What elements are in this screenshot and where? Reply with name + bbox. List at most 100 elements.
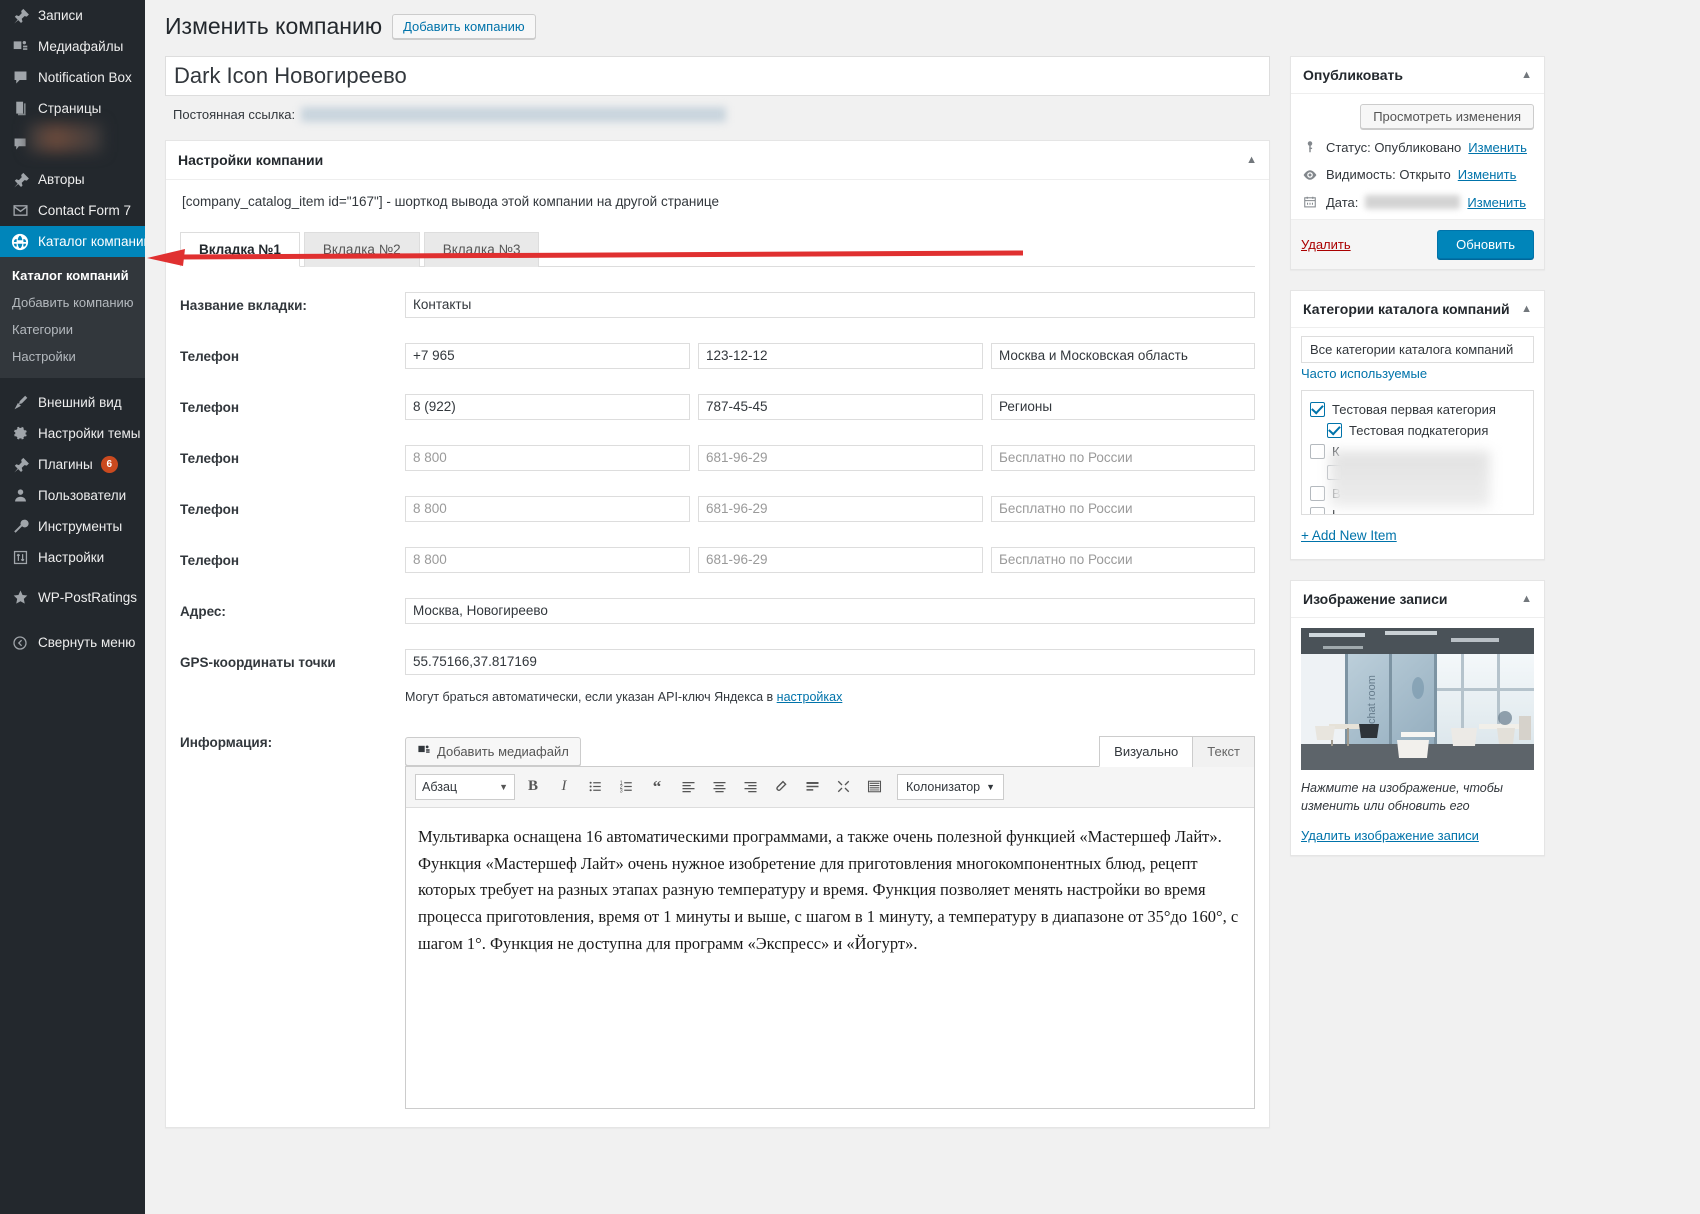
blockquote-icon[interactable]: “: [644, 774, 670, 800]
tab-all-categories[interactable]: Все категории каталога компаний: [1302, 337, 1533, 363]
tab-1[interactable]: Вкладка №1: [180, 232, 300, 267]
add-media-button[interactable]: Добавить медиафайл: [405, 737, 581, 766]
tab-text[interactable]: Текст: [1192, 736, 1255, 767]
sidebar-item-users[interactable]: Пользователи: [0, 480, 145, 511]
category-item[interactable]: Тестовая подкатегория: [1310, 420, 1525, 441]
submenu-item-settings[interactable]: Настройки: [0, 343, 145, 370]
sidebar-item-label: WP-PostRatings: [38, 590, 137, 605]
phone-number-input[interactable]: [698, 445, 983, 471]
category-checkbox[interactable]: [1310, 507, 1325, 515]
address-input[interactable]: [405, 598, 1255, 624]
bulleted-list-icon[interactable]: [582, 774, 608, 800]
update-button[interactable]: Обновить: [1437, 230, 1534, 259]
phone-code-input[interactable]: [405, 496, 690, 522]
toolbar-toggle-icon[interactable]: [861, 774, 887, 800]
edit-status-link[interactable]: Изменить: [1468, 140, 1527, 155]
add-new-category-link[interactable]: + Add New Item: [1301, 528, 1397, 543]
sidebar-item-comments[interactable]: [0, 124, 145, 164]
sidebar-item-pages[interactable]: Страницы: [0, 93, 145, 124]
field-information: Информация: Добавить медиафайл: [180, 729, 1255, 1109]
remove-featured-image-link[interactable]: Удалить изображение записи: [1301, 828, 1479, 843]
edit-date-link[interactable]: Изменить: [1467, 195, 1526, 210]
category-label: L: [1332, 507, 1339, 515]
sidebar-item-theme-settings[interactable]: Настройки темы: [0, 418, 145, 449]
phone-note-input[interactable]: [991, 394, 1255, 420]
bold-icon[interactable]: B: [520, 774, 546, 800]
align-center-icon[interactable]: [706, 774, 732, 800]
tab-frequent-categories[interactable]: Часто используемые: [1301, 363, 1534, 386]
collapse-menu-button[interactable]: Свернуть меню: [0, 627, 145, 658]
sidebar-item-plugins[interactable]: Плагины 6: [0, 449, 145, 480]
phone-number-input[interactable]: [698, 547, 983, 573]
read-more-icon[interactable]: [799, 774, 825, 800]
permalink-value-blurred[interactable]: [301, 107, 726, 122]
tab-3[interactable]: Вкладка №3: [424, 232, 540, 267]
sidebar-item-posts[interactable]: Записи: [0, 0, 145, 31]
sidebar-item-wp-postratings[interactable]: WP-PostRatings: [0, 582, 145, 613]
media-icon: [8, 37, 32, 57]
link-icon[interactable]: [768, 774, 794, 800]
phone-number-input[interactable]: [698, 394, 983, 420]
fullscreen-icon[interactable]: [830, 774, 856, 800]
tab-2[interactable]: Вкладка №2: [304, 232, 420, 267]
pin-icon: [8, 170, 32, 190]
numbered-list-icon[interactable]: 123: [613, 774, 639, 800]
phone-code-input[interactable]: [405, 394, 690, 420]
featured-image-thumbnail[interactable]: chat room: [1301, 628, 1534, 770]
add-company-button[interactable]: Добавить компанию: [392, 14, 536, 39]
tab-visual[interactable]: Визуально: [1099, 736, 1193, 767]
tab-name-input[interactable]: [405, 292, 1255, 318]
sidebar-item-contact-form-7[interactable]: Contact Form 7: [0, 195, 145, 226]
sidebar-item-appearance[interactable]: Внешний вид: [0, 387, 145, 418]
sidebar-item-tools[interactable]: Инструменты: [0, 511, 145, 542]
phone-number-input[interactable]: [698, 343, 983, 369]
preview-changes-button[interactable]: Просмотреть изменения: [1360, 104, 1534, 129]
phone-code-input[interactable]: [405, 547, 690, 573]
field-label: Телефон: [180, 394, 405, 415]
submenu-item-catalog[interactable]: Каталог компаний: [0, 262, 145, 289]
chevron-up-icon[interactable]: ▲: [1521, 303, 1532, 315]
sidebar-item-notification-box[interactable]: Notification Box: [0, 62, 145, 93]
sidebar-item-media[interactable]: Медиафайлы: [0, 31, 145, 62]
editor-content-body[interactable]: Мультиварка оснащена 16 автоматическими …: [406, 808, 1254, 1108]
category-checkbox[interactable]: [1310, 402, 1325, 417]
gps-input[interactable]: [405, 649, 1255, 675]
chevron-up-icon[interactable]: ▲: [1246, 154, 1257, 166]
phone-note-input[interactable]: [991, 496, 1255, 522]
chevron-up-icon[interactable]: ▲: [1521, 593, 1532, 605]
edit-visibility-link[interactable]: Изменить: [1458, 167, 1517, 182]
categories-checklist[interactable]: Тестовая первая категория Тестовая подка…: [1301, 390, 1534, 515]
category-checkbox[interactable]: [1310, 486, 1325, 501]
gps-hint: Могут браться автоматически, если указан…: [405, 690, 1255, 704]
mail-icon: [8, 201, 32, 221]
chevron-up-icon[interactable]: ▲: [1521, 69, 1532, 81]
phone-note-input[interactable]: [991, 547, 1255, 573]
publish-actions: Просмотреть изменения: [1291, 94, 1544, 137]
metabox-header: Настройки компании ▲: [166, 141, 1269, 180]
phone-note-input[interactable]: [991, 445, 1255, 471]
category-item[interactable]: Тестовая первая категория: [1310, 399, 1525, 420]
post-title-input[interactable]: [165, 56, 1270, 96]
category-checkbox[interactable]: [1310, 444, 1325, 459]
tools-icon: [8, 517, 32, 537]
sidebar-item-company-catalog[interactable]: Каталог компаний: [0, 226, 145, 257]
phone-number-input[interactable]: [698, 496, 983, 522]
phone-note-input[interactable]: [991, 343, 1255, 369]
phone-code-input[interactable]: [405, 445, 690, 471]
kolonizator-button[interactable]: Колонизатор ▼: [897, 774, 1004, 800]
submenu-item-categories[interactable]: Категории: [0, 316, 145, 343]
phone-code-input[interactable]: [405, 343, 690, 369]
sidebar-item-authors[interactable]: Авторы: [0, 164, 145, 195]
align-right-icon[interactable]: [737, 774, 763, 800]
submenu-item-add-company[interactable]: Добавить компанию: [0, 289, 145, 316]
editor-box: Абзац ▼ B I: [405, 766, 1255, 1109]
italic-icon[interactable]: I: [551, 774, 577, 800]
sidebar-item-settings[interactable]: Настройки: [0, 542, 145, 573]
paragraph-format-select[interactable]: Абзац ▼: [415, 774, 515, 800]
pages-icon: [8, 99, 32, 119]
category-checkbox[interactable]: [1327, 423, 1342, 438]
gps-settings-link[interactable]: настройках: [777, 690, 843, 704]
align-left-icon[interactable]: [675, 774, 701, 800]
page-title: Изменить компанию: [165, 12, 382, 42]
delete-post-link[interactable]: Удалить: [1301, 237, 1351, 252]
